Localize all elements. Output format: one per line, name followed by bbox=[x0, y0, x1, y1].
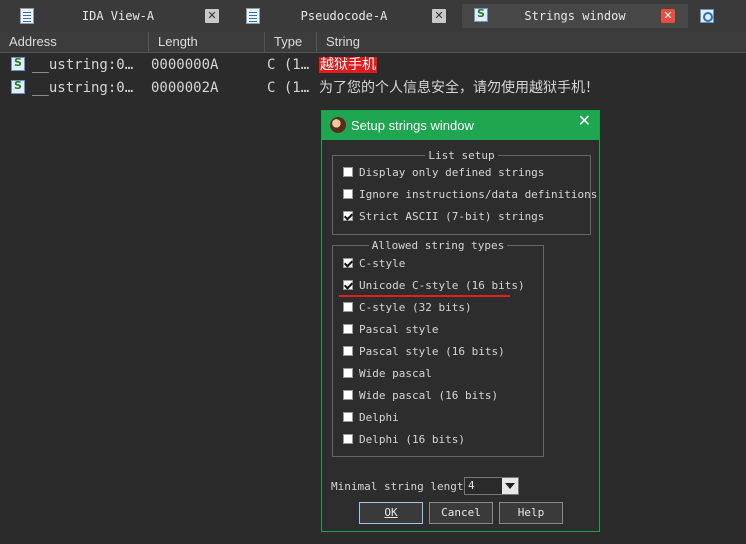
string-cell: 为了您的个人信息安全，请勿使用越狱手机！ bbox=[319, 80, 599, 96]
ok-button-label: OK bbox=[384, 506, 398, 519]
checkbox-label: Wide pascal (16 bits) bbox=[359, 389, 499, 402]
tab-pseudocode[interactable]: Pseudocode-A ✕ bbox=[234, 4, 454, 28]
checkbox-label: Ignore instructions/data definitions bbox=[359, 188, 598, 201]
checkbox-box[interactable] bbox=[343, 412, 353, 422]
pascal-style-16-checkbox[interactable]: Pascal style (16 bits) bbox=[343, 345, 505, 361]
wide-pascal-16-checkbox[interactable]: Wide pascal (16 bits) bbox=[343, 389, 498, 405]
checkbox-box[interactable] bbox=[343, 258, 353, 268]
checkbox-box[interactable] bbox=[343, 346, 353, 356]
address-cell: __ustring:0… bbox=[32, 80, 134, 96]
column-header-type[interactable]: Type bbox=[265, 32, 317, 52]
list-setup-legend: List setup bbox=[428, 149, 495, 162]
checkbox-label: Strict ASCII (7-bit) strings bbox=[359, 210, 545, 223]
checkbox-label: Pascal style (16 bits) bbox=[359, 345, 505, 358]
checkbox-label: Wide pascal bbox=[359, 367, 432, 380]
tab-strings-window[interactable]: Strings window ✕ bbox=[462, 4, 688, 28]
column-header-address[interactable]: Address bbox=[0, 32, 149, 52]
view-icon[interactable] bbox=[700, 9, 714, 23]
table-row[interactable]: __ustring:0… 0000002A C (1… 为了您的个人信息安全，请… bbox=[0, 77, 746, 99]
checkbox-label: Delphi (16 bits) bbox=[359, 433, 465, 446]
type-cell: C (1… bbox=[267, 80, 310, 96]
help-button-label: Help bbox=[517, 506, 545, 519]
column-header-string[interactable]: String bbox=[317, 32, 746, 52]
checkbox-box[interactable] bbox=[343, 368, 353, 378]
checkbox-box[interactable] bbox=[343, 211, 353, 221]
wide-pascal-checkbox[interactable]: Wide pascal bbox=[343, 367, 432, 383]
checkbox-box[interactable] bbox=[343, 390, 353, 400]
checkbox-box[interactable] bbox=[343, 280, 353, 290]
delphi-checkbox[interactable]: Delphi bbox=[343, 411, 399, 427]
min-length-combobox[interactable]: 4 bbox=[464, 477, 519, 495]
address-cell: __ustring:0… bbox=[32, 57, 134, 73]
table-row[interactable]: __ustring:0… 0000000A C (1… 越狱手机 bbox=[0, 54, 746, 76]
string-types-legend: Allowed string types bbox=[371, 239, 505, 252]
tab-bar: IDA View-A ✕ Pseudocode-A ✕ Strings wind… bbox=[0, 0, 746, 32]
pascal-style-checkbox[interactable]: Pascal style bbox=[343, 323, 438, 339]
table-header: Address Length Type String bbox=[0, 32, 746, 53]
tab-label: Strings window bbox=[524, 9, 626, 23]
checkbox-label: C-style bbox=[359, 257, 406, 270]
dialog-title-bar[interactable]: Setup strings window ✕ bbox=[322, 111, 599, 140]
tab-label: Pseudocode-A bbox=[300, 9, 388, 23]
chevron-down-icon[interactable] bbox=[502, 478, 518, 494]
setup-strings-dialog: Setup strings window ✕ List setup Displa… bbox=[321, 110, 600, 532]
type-cell: C (1… bbox=[267, 57, 310, 73]
checkbox-box[interactable] bbox=[343, 434, 353, 444]
app-logo-icon bbox=[330, 117, 346, 133]
close-icon[interactable]: ✕ bbox=[661, 9, 675, 23]
ok-button[interactable]: OK bbox=[359, 502, 423, 524]
close-icon[interactable]: ✕ bbox=[578, 111, 591, 130]
close-icon[interactable]: ✕ bbox=[432, 9, 446, 23]
dialog-title: Setup strings window bbox=[351, 118, 474, 133]
length-cell: 0000002A bbox=[151, 80, 219, 96]
close-icon[interactable]: ✕ bbox=[205, 9, 219, 23]
cancel-button-label: Cancel bbox=[441, 506, 481, 519]
string-entry-icon bbox=[11, 79, 25, 94]
checkbox-label: C-style (32 bits) bbox=[359, 301, 472, 314]
checkbox-label: Pascal style bbox=[359, 323, 439, 336]
display-only-defined-checkbox[interactable]: Display only defined strings bbox=[343, 166, 544, 182]
string-entry-icon bbox=[11, 56, 25, 71]
length-cell: 0000000A bbox=[151, 57, 219, 73]
red-annotation-underline bbox=[339, 295, 510, 297]
checkbox-label: Unicode C-style (16 bits) bbox=[359, 279, 525, 292]
c-style-checkbox[interactable]: C-style bbox=[343, 257, 405, 273]
checkbox-box[interactable] bbox=[343, 189, 353, 199]
min-length-label: Minimal string length bbox=[331, 480, 471, 493]
strict-ascii-checkbox[interactable]: Strict ASCII (7-bit) strings bbox=[343, 210, 544, 226]
string-highlight: 越狱手机 bbox=[319, 57, 377, 73]
c-style-32-checkbox[interactable]: C-style (32 bits) bbox=[343, 301, 472, 317]
delphi-16-checkbox[interactable]: Delphi (16 bits) bbox=[343, 433, 465, 449]
min-length-value[interactable]: 4 bbox=[468, 479, 475, 492]
tab-label: IDA View-A bbox=[81, 9, 155, 23]
cancel-button[interactable]: Cancel bbox=[429, 502, 493, 524]
checkbox-box[interactable] bbox=[343, 302, 353, 312]
unicode-c-style-checkbox[interactable]: Unicode C-style (16 bits) bbox=[343, 279, 525, 295]
help-button[interactable]: Help bbox=[499, 502, 563, 524]
string-cell: 越狱手机 bbox=[319, 54, 377, 76]
tab-ida-view[interactable]: IDA View-A ✕ bbox=[8, 4, 228, 28]
checkbox-box[interactable] bbox=[343, 167, 353, 177]
checkbox-label: Display only defined strings bbox=[359, 166, 545, 179]
column-header-length[interactable]: Length bbox=[149, 32, 265, 52]
checkbox-box[interactable] bbox=[343, 324, 353, 334]
ignore-instructions-checkbox[interactable]: Ignore instructions/data definitions bbox=[343, 188, 597, 204]
checkbox-label: Delphi bbox=[359, 411, 399, 424]
